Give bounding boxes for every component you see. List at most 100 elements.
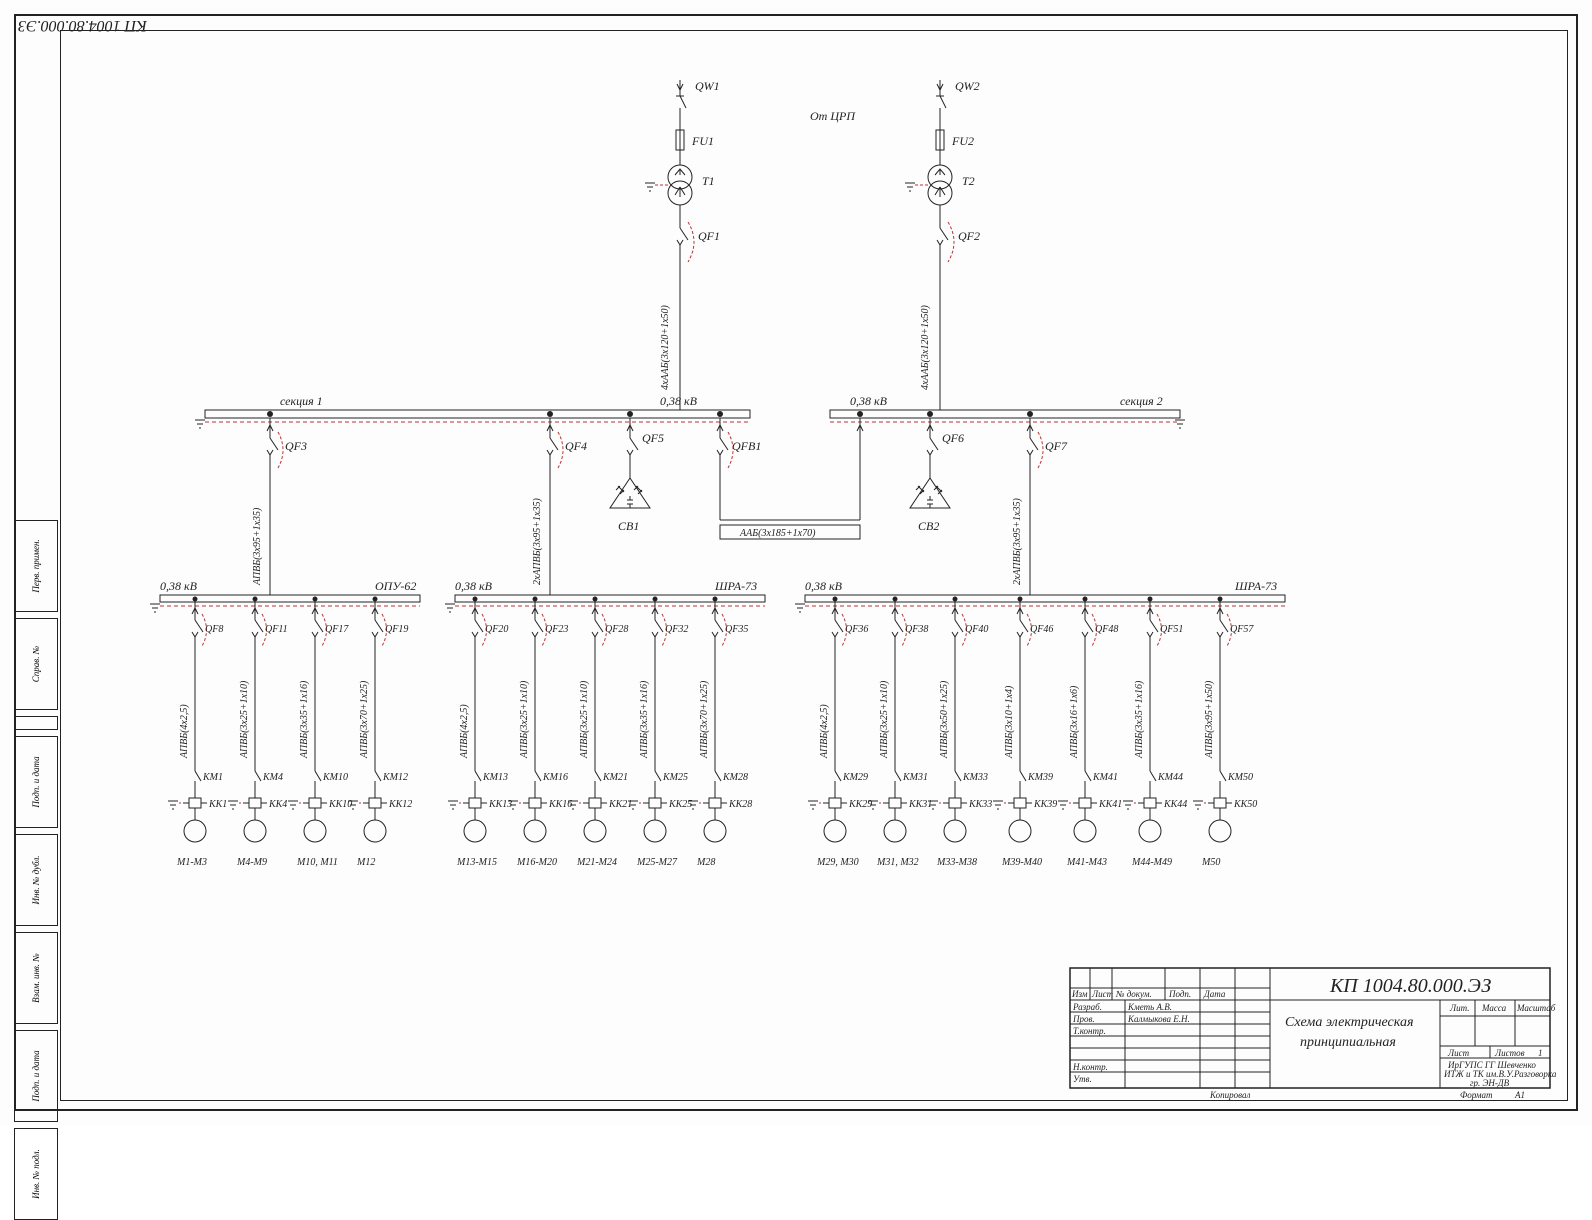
svg-text:М39-М40: М39-М40 [1001, 857, 1042, 868]
load-branch: QF48АПВБ(3х16+1х6)КМ41КК41М41-М43 [1058, 597, 1122, 869]
svg-text:АПВБ(3х70+1х25): АПВБ(3х70+1х25) [699, 680, 710, 759]
svg-text:Лит.: Лит. [1449, 1003, 1469, 1013]
svg-text:Пров.: Пров. [1072, 1014, 1095, 1024]
load-branch: QF32АПВБ(3х35+1х16)КМ25КК25М25-М27 [628, 597, 692, 869]
load-branch: QF19АПВБ(3х70+1х25)КМ12КК12М12 [348, 597, 412, 869]
incomer-2: QW2 FU2 T2 QF2 4хААБ(3х120+1х50) [905, 79, 980, 410]
load-branch: QF35АПВБ(3х70+1х25)КМ28КК28М28 [688, 597, 752, 869]
svg-text:КК33: КК33 [968, 799, 992, 810]
svg-text:М41-М43: М41-М43 [1066, 857, 1107, 868]
svg-text:КМ25: КМ25 [662, 772, 688, 783]
side-label: Инв. № дубл. [31, 855, 41, 904]
svg-text:QF17: QF17 [325, 624, 349, 635]
svg-text:КМ41: КМ41 [1092, 772, 1118, 783]
side-label: Инв. № подл. [31, 1149, 41, 1199]
panel-bus-3 [805, 595, 1285, 602]
svg-text:КМ21: КМ21 [602, 772, 628, 783]
svg-text:КК12: КК12 [388, 799, 412, 810]
svg-text:Кметь А.В.: Кметь А.В. [1127, 1002, 1172, 1012]
svg-text:QF38: QF38 [905, 624, 928, 635]
svg-text:Копировал: Копировал [1209, 1090, 1250, 1100]
svg-text:QF4: QF4 [565, 439, 587, 453]
svg-text:АПВБ(3х35+1х16): АПВБ(3х35+1х16) [299, 680, 310, 759]
svg-text:Масштаб: Масштаб [1516, 1003, 1556, 1013]
svg-text:T2: T2 [962, 174, 975, 188]
svg-text:КК39: КК39 [1033, 799, 1057, 810]
svg-text:КК28: КК28 [728, 799, 752, 810]
svg-text:КМ10: КМ10 [322, 772, 348, 783]
side-label: Перв. примен. [31, 539, 41, 592]
svg-text:Масса: Масса [1481, 1003, 1507, 1013]
svg-text:КК50: КК50 [1233, 799, 1257, 810]
svg-text:АПВБ(3х35+1х16): АПВБ(3х35+1х16) [639, 680, 650, 759]
title-block: Изм Лист № докум. Подп. Дата Разраб. Кме… [1070, 968, 1557, 1088]
svg-text:КК1: КК1 [208, 799, 227, 810]
svg-text:QF7: QF7 [1045, 439, 1068, 453]
busbar-section1 [205, 410, 750, 418]
side-label: Подп. и дата [31, 1050, 41, 1101]
svg-text:QF20: QF20 [485, 624, 508, 635]
svg-text:QF11: QF11 [265, 624, 288, 635]
svg-text:АПВБ(3х95+1х35): АПВБ(3х95+1х35) [252, 507, 263, 586]
svg-text:секция 2: секция 2 [1120, 394, 1163, 408]
svg-text:КП 1004.80.000.ЭЗ: КП 1004.80.000.ЭЗ [1329, 975, 1491, 997]
svg-text:Схема электрическая: Схема электрическая [1285, 1015, 1413, 1030]
side-label: Подп. и дата [31, 756, 41, 807]
svg-text:АПВБ(3х35+1х16): АПВБ(3х35+1х16) [1134, 680, 1145, 759]
svg-text:№ докум.: № докум. [1115, 989, 1152, 999]
svg-text:QF48: QF48 [1095, 624, 1118, 635]
load-branch: QF11АПВБ(3х25+1х10)КМ4КК4М4-М9 [228, 597, 288, 869]
panel-bus-1 [160, 595, 420, 602]
panel-bus-2 [455, 595, 765, 602]
svg-text:М1-М3: М1-М3 [176, 857, 207, 868]
svg-text:2хАПВБ(3х95+1х35): 2хАПВБ(3х95+1х35) [1012, 498, 1023, 585]
svg-text:КМ50: КМ50 [1227, 772, 1253, 783]
svg-text:QF8: QF8 [205, 624, 223, 635]
svg-text:0,38 кВ: 0,38 кВ [160, 579, 198, 593]
feeder-qf7: QF7 2хАПВБ(3х95+1х35) [1012, 411, 1068, 595]
svg-text:QF51: QF51 [1160, 624, 1183, 635]
load-branch: QF38АПВБ(3х25+1х10)КМ31КК31М31, М32 [868, 597, 932, 869]
svg-text:1: 1 [1538, 1048, 1543, 1058]
svg-text:АПВБ(4х2,5): АПВБ(4х2,5) [819, 704, 830, 759]
svg-text:М31, М32: М31, М32 [876, 857, 919, 868]
svg-text:QF40: QF40 [965, 624, 988, 635]
svg-text:QF5: QF5 [642, 431, 664, 445]
svg-text:Лист: Лист [1091, 989, 1114, 999]
feeder-qf3: QF3 АПВБ(3х95+1х35) [252, 411, 307, 595]
svg-text:КМ12: КМ12 [382, 772, 408, 783]
feeder-qf6: QF6 СВ2 [910, 411, 964, 533]
svg-text:FU2: FU2 [951, 134, 974, 148]
svg-text:Разраб.: Разраб. [1072, 1002, 1102, 1012]
svg-text:АПВБ(3х25+1х10): АПВБ(3х25+1х10) [579, 680, 590, 759]
load-branch: QF17АПВБ(3х35+1х16)КМ10КК10М10, М11 [288, 597, 352, 869]
source-label: От ЦРП [810, 109, 856, 123]
svg-text:М29, М30: М29, М30 [816, 857, 859, 868]
svg-text:АПВБ(3х70+1х25): АПВБ(3х70+1х25) [359, 680, 370, 759]
svg-text:QF28: QF28 [605, 624, 628, 635]
svg-text:КМ16: КМ16 [542, 772, 568, 783]
load-branch: QF20АПВБ(4х2,5)КМ13КК13М13-М15 [448, 597, 512, 869]
svg-text:А1: А1 [1514, 1090, 1525, 1100]
svg-text:М28: М28 [696, 857, 715, 868]
svg-text:КМ29: КМ29 [842, 772, 868, 783]
svg-text:0,38 кВ: 0,38 кВ [805, 579, 843, 593]
svg-text:М33-М38: М33-М38 [936, 857, 977, 868]
svg-text:QF36: QF36 [845, 624, 868, 635]
svg-text:М16-М20: М16-М20 [516, 857, 557, 868]
svg-text:Н.контр.: Н.контр. [1072, 1062, 1108, 1072]
busbar-section2 [830, 410, 1180, 418]
svg-text:QF2: QF2 [958, 229, 980, 243]
svg-text:Дата: Дата [1203, 989, 1226, 999]
drawing-sheet: КП 1004.80.000.ЭЗ Перв. примен. Справ. №… [0, 0, 1592, 1125]
load-branch: QF57АПВБ(3х95+1х50)КМ50КК50М50 [1193, 597, 1257, 869]
svg-text:АПВБ(4х2,5): АПВБ(4х2,5) [459, 704, 470, 759]
svg-text:0,38 кВ: 0,38 кВ [850, 394, 888, 408]
side-label: Справ. № [31, 646, 41, 682]
svg-text:М21-М24: М21-М24 [576, 857, 617, 868]
load-branch: QF40АПВБ(3х50+1х25)КМ33КК33М33-М38 [928, 597, 992, 869]
svg-text:КМ39: КМ39 [1027, 772, 1053, 783]
load-branch: QF51АПВБ(3х35+1х16)КМ44КК44М44-М49 [1123, 597, 1187, 869]
svg-text:принципиальная: принципиальная [1300, 1035, 1396, 1050]
svg-text:ОПУ-62: ОПУ-62 [375, 579, 416, 593]
